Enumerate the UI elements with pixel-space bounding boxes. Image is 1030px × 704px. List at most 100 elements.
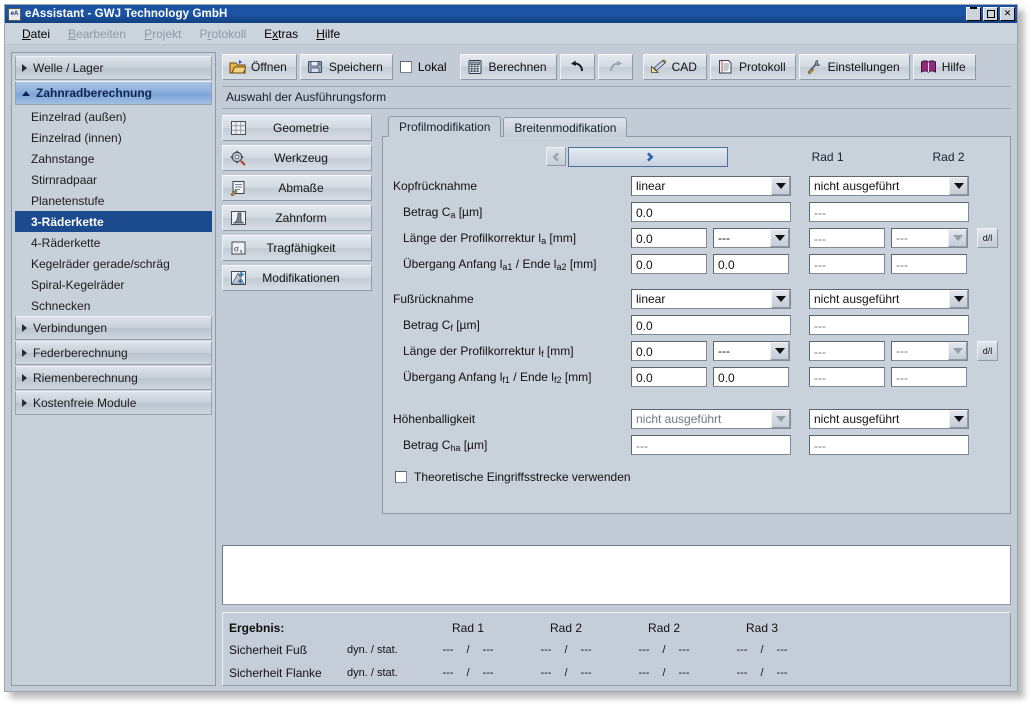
theoretical-path-checkbox-group[interactable]: Theoretische Eingriffsstrecke verwenden bbox=[393, 470, 1000, 484]
menu-datei[interactable]: DDateiatei bbox=[13, 25, 59, 43]
redo-button[interactable] bbox=[598, 54, 633, 80]
settings-button[interactable]: Einstellungen bbox=[799, 54, 910, 80]
tab-profilmodifikation[interactable]: Profilmodifikation bbox=[388, 116, 501, 137]
select-hoehenballigkeit-rad2[interactable]: nicht ausgeführt bbox=[809, 409, 969, 429]
undo-button[interactable] bbox=[560, 54, 595, 80]
input-betrag-cha-rad2[interactable]: --- bbox=[809, 435, 969, 455]
content-row: Geometrie bbox=[222, 115, 1011, 537]
sidebar-item-einzelrad-aussen[interactable]: Einzelrad (außen) bbox=[15, 106, 212, 127]
result-value-stat: --- bbox=[777, 644, 788, 656]
sidebar-item-planetenstufe[interactable]: Planetenstufe bbox=[15, 190, 212, 211]
measure-icon bbox=[230, 180, 247, 196]
sidebar-group-verbindungen[interactable]: Verbindungen bbox=[15, 316, 212, 340]
input-uebergang-ende-lf2-rad1[interactable]: 0.0 bbox=[713, 367, 789, 387]
sidebar-group-label: Kostenfreie Module bbox=[33, 396, 136, 410]
input-betrag-ca-rad1[interactable]: 0.0 bbox=[631, 202, 791, 222]
select-kopfruecknahme-rad1[interactable]: linear bbox=[631, 176, 791, 196]
minimize-icon[interactable] bbox=[966, 7, 981, 21]
chevron-down-icon bbox=[22, 91, 30, 96]
label-uebergang-la: Übergang Anfang la1 / Ende la2 [mm] bbox=[393, 257, 631, 272]
module-button-geometrie[interactable]: Geometrie bbox=[222, 115, 372, 141]
select-value: --- bbox=[896, 344, 948, 358]
close-icon[interactable]: ✕ bbox=[1000, 7, 1015, 21]
input-laenge-la-rad1[interactable]: 0.0 bbox=[631, 228, 707, 248]
input-laenge-lf-rad2[interactable]: --- bbox=[809, 341, 885, 361]
menu-protokoll[interactable]: Protokoll bbox=[190, 25, 255, 43]
select-value: --- bbox=[718, 344, 770, 358]
menu-projekt[interactable]: Projekt bbox=[135, 25, 190, 43]
sidebar-item-4-raederkette[interactable]: 4-Räderkette bbox=[15, 232, 212, 253]
sidebar-group-kostenfreie-module[interactable]: Kostenfreie Module bbox=[15, 391, 212, 415]
select-laenge-la-rad1[interactable]: --- bbox=[713, 228, 790, 248]
input-uebergang-anfang-la1-rad2[interactable]: --- bbox=[809, 254, 885, 274]
sidebar-group-federberechnung[interactable]: Federberechnung bbox=[15, 341, 212, 365]
menu-hilfe[interactable]: Hilfe bbox=[307, 25, 349, 43]
prev-arrow-button[interactable] bbox=[546, 147, 566, 166]
save-button[interactable]: Speichern bbox=[300, 54, 393, 80]
sidebar-item-3-raederkette[interactable]: 3-Räderkette bbox=[15, 211, 212, 232]
save-button-label: Speichern bbox=[329, 60, 383, 74]
module-button-tragfaehigkeit[interactable]: σ x Tragfähigkeit bbox=[222, 235, 372, 261]
input-betrag-cha-rad1[interactable]: --- bbox=[631, 435, 791, 455]
sidebar-group-welle-lager[interactable]: Welle / Lager bbox=[15, 56, 212, 80]
chevron-right-icon bbox=[22, 399, 27, 407]
input-betrag-cf-rad2[interactable]: --- bbox=[809, 315, 969, 335]
input-laenge-lf-rad1[interactable]: 0.0 bbox=[631, 341, 707, 361]
module-button-zahnform[interactable]: Zahnform bbox=[222, 205, 372, 231]
chevron-down-icon bbox=[949, 410, 968, 428]
next-arrow-button[interactable] bbox=[568, 147, 728, 167]
input-laenge-la-rad2[interactable]: --- bbox=[809, 228, 885, 248]
open-button[interactable]: Öffnen bbox=[222, 54, 297, 80]
select-hoehenballigkeit-rad1[interactable]: nicht ausgeführt bbox=[631, 409, 791, 429]
protocol-button[interactable]: Protokoll bbox=[710, 54, 796, 80]
sidebar-group-riemenberechnung[interactable]: Riemenberechnung bbox=[15, 366, 212, 390]
module-button-werkzeug[interactable]: Werkzeug bbox=[222, 145, 372, 171]
input-uebergang-ende-la2-rad2[interactable]: --- bbox=[891, 254, 967, 274]
message-area[interactable] bbox=[222, 545, 1011, 605]
calculate-button[interactable]: Berechnen bbox=[460, 54, 557, 80]
select-fussruecknahme-rad2[interactable]: nicht ausgeführt bbox=[809, 289, 969, 309]
result-header-row: Ergebnis: Rad 1 Rad 2 Rad 2 Rad 3 bbox=[229, 618, 1004, 638]
input-uebergang-anfang-la1-rad1[interactable]: 0.0 bbox=[631, 254, 707, 274]
cad-button[interactable]: CAD bbox=[643, 54, 707, 80]
sidebar-item-einzelrad-innen[interactable]: Einzelrad (innen) bbox=[15, 127, 212, 148]
sidebar-item-kegelraeder[interactable]: Kegelräder gerade/schräg bbox=[15, 253, 212, 274]
dl-toggle-button-f[interactable]: d/l bbox=[977, 341, 998, 361]
sidebar-group-zahnradberechnung[interactable]: Zahnradberechnung bbox=[15, 81, 212, 105]
tab-content-profilmodifikation: Rad 1 Rad 2 Kopfrücknahme linear bbox=[382, 136, 1011, 514]
cad-button-label: CAD bbox=[672, 60, 697, 74]
help-button[interactable]: Hilfe bbox=[913, 54, 976, 80]
sidebar-item-schnecken[interactable]: Schnecken bbox=[15, 295, 212, 316]
input-uebergang-ende-la2-rad1[interactable]: 0.0 bbox=[713, 254, 789, 274]
menu-bearbeiten[interactable]: Bearbeiten bbox=[59, 25, 135, 43]
sidebar: Welle / Lager Zahnradberechnung Einzelra… bbox=[11, 52, 216, 686]
tab-breitenmodifikation[interactable]: Breitenmodifikation bbox=[503, 117, 627, 137]
select-laenge-la-rad2[interactable]: --- bbox=[891, 228, 968, 248]
chevron-down-icon bbox=[948, 229, 967, 247]
input-betrag-cf-rad1[interactable]: 0.0 bbox=[631, 315, 791, 335]
select-laenge-lf-rad1[interactable]: --- bbox=[713, 341, 790, 361]
select-kopfruecknahme-rad2[interactable]: nicht ausgeführt bbox=[809, 176, 969, 196]
theoretical-path-checkbox[interactable] bbox=[395, 471, 407, 483]
module-button-modifikationen[interactable]: Modifikationen bbox=[222, 265, 372, 291]
select-laenge-lf-rad2[interactable]: --- bbox=[891, 341, 968, 361]
row-kopfruecknahme: Kopfrücknahme linear nicht ausg bbox=[393, 173, 1000, 199]
row-betrag-ca: Betrag Ca [µm] 0.0 --- bbox=[393, 199, 1000, 225]
input-uebergang-anfang-lf1-rad1[interactable]: 0.0 bbox=[631, 367, 707, 387]
result-value-stat: --- bbox=[679, 667, 690, 679]
maximize-icon[interactable] bbox=[983, 7, 998, 21]
dl-toggle-button-a[interactable]: d/l bbox=[977, 228, 998, 248]
sidebar-item-stirnradpaar[interactable]: Stirnradpaar bbox=[15, 169, 212, 190]
local-checkbox-group[interactable]: Lokal bbox=[396, 60, 457, 74]
input-uebergang-anfang-lf1-rad2[interactable]: --- bbox=[809, 367, 885, 387]
local-checkbox[interactable] bbox=[400, 61, 412, 73]
sidebar-item-spiral-kegelraeder[interactable]: Spiral-Kegelräder bbox=[15, 274, 212, 295]
input-betrag-ca-rad2[interactable]: --- bbox=[809, 202, 969, 222]
input-uebergang-ende-lf2-rad2[interactable]: --- bbox=[891, 367, 967, 387]
tooth-profile-icon bbox=[230, 210, 247, 226]
select-fussruecknahme-rad1[interactable]: linear bbox=[631, 289, 791, 309]
menu-extras[interactable]: Extras bbox=[255, 25, 307, 43]
module-button-abmasse[interactable]: Abmaße bbox=[222, 175, 372, 201]
sidebar-item-zahnstange[interactable]: Zahnstange bbox=[15, 148, 212, 169]
row-betrag-cha: Betrag Cha [µm] --- --- bbox=[393, 432, 1000, 458]
